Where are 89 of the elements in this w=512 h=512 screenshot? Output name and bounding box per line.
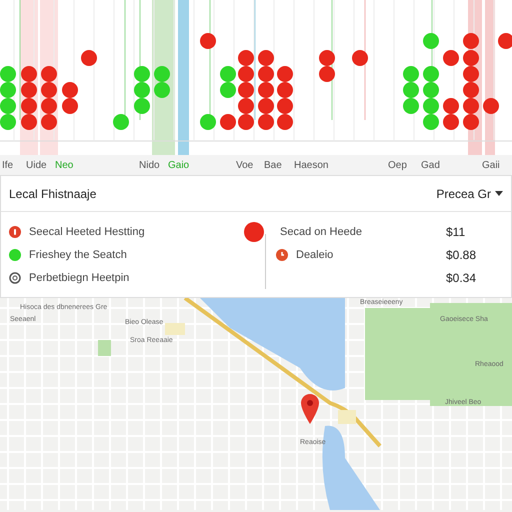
dot-marker xyxy=(277,66,293,82)
dot-marker xyxy=(0,98,16,114)
dot-marker xyxy=(443,98,459,114)
dot-marker xyxy=(200,114,216,130)
search-icon xyxy=(9,272,21,284)
dot-marker xyxy=(423,82,439,98)
alert-icon xyxy=(9,226,21,238)
sort-dropdown[interactable]: Precea Gr xyxy=(436,184,503,202)
panel-title: Lecal Fhistnaaje xyxy=(9,186,96,202)
dot-marker xyxy=(21,82,37,98)
dot-marker xyxy=(154,82,170,98)
dot-marker xyxy=(463,82,479,98)
dot-marker xyxy=(81,50,97,66)
axis-label: Voe xyxy=(236,159,254,173)
axis-label: Bae xyxy=(264,159,282,173)
dot-marker xyxy=(463,98,479,114)
dot-marker xyxy=(21,66,37,82)
dot-marker xyxy=(238,82,254,98)
dot-marker xyxy=(463,50,479,66)
dot-marker xyxy=(134,66,150,82)
dot-marker xyxy=(258,66,274,82)
dot-marker xyxy=(258,82,274,98)
dot-marker xyxy=(134,82,150,98)
dot-marker xyxy=(423,114,439,130)
dot-marker xyxy=(238,50,254,66)
dot-marker xyxy=(134,98,150,114)
dot-marker xyxy=(463,33,479,49)
dot-marker xyxy=(443,114,459,130)
dot-marker xyxy=(62,82,78,98)
list-item-label[interactable]: Perbetbiegn Heetpin xyxy=(29,270,130,286)
axis-label: Nido xyxy=(139,159,160,173)
dot-marker xyxy=(238,114,254,130)
dot-marker xyxy=(200,33,216,49)
dot-marker xyxy=(21,98,37,114)
dot-marker xyxy=(403,82,419,98)
list-item-label[interactable]: Seecal Heeted Hestting xyxy=(29,224,145,240)
dot-marker xyxy=(238,66,254,82)
dot-marker xyxy=(0,82,16,98)
dot-marker xyxy=(423,66,439,82)
list-item-label[interactable]: Frieshey the Seatch xyxy=(29,246,127,264)
dot-marker xyxy=(238,98,254,114)
axis-label: Gaio xyxy=(168,159,190,173)
dot-marker xyxy=(423,98,439,114)
dot-marker xyxy=(443,50,459,66)
dot-marker xyxy=(41,82,57,98)
dot-marker xyxy=(258,98,274,114)
dot-marker xyxy=(220,66,236,82)
dot-marker xyxy=(220,114,236,130)
axis-label: Ife xyxy=(2,159,14,173)
timeline-label: Dealeio xyxy=(296,248,334,263)
dot-marker xyxy=(463,66,479,82)
axis-label: Gad xyxy=(421,159,440,173)
dot-marker xyxy=(319,66,335,82)
axis-label: Neo xyxy=(55,159,74,173)
dot-marker xyxy=(483,98,499,114)
dot-marker xyxy=(277,82,293,98)
clock-icon xyxy=(276,249,288,261)
axis-label: Oep xyxy=(388,159,407,173)
dot-marker xyxy=(319,50,335,66)
status-dot-icon xyxy=(9,249,21,261)
caret-icon xyxy=(495,191,503,196)
dot-marker xyxy=(258,114,274,130)
price-text: $0.34 xyxy=(446,270,476,287)
dot-marker xyxy=(41,98,57,114)
timeline-marker-icon xyxy=(244,222,264,242)
dot-marker xyxy=(21,114,37,130)
dot-marker xyxy=(113,114,129,130)
dot-marker xyxy=(352,50,368,66)
price-text: $11 xyxy=(446,224,466,241)
dot-marker xyxy=(0,114,16,130)
axis-label: Haeson xyxy=(294,159,328,173)
dot-marker xyxy=(258,50,274,66)
dot-marker xyxy=(463,114,479,130)
dot-marker xyxy=(62,98,78,114)
dot-marker xyxy=(403,98,419,114)
dot-marker xyxy=(277,98,293,114)
map-pin-icon xyxy=(301,394,319,424)
dot-marker xyxy=(277,114,293,130)
dot-marker xyxy=(220,82,236,98)
axis-label: Uide xyxy=(26,159,47,173)
dot-marker xyxy=(154,66,170,82)
dot-marker xyxy=(423,33,439,49)
timeline-label: Secad on Heede xyxy=(280,224,362,240)
dot-marker xyxy=(0,66,16,82)
dot-marker xyxy=(403,66,419,82)
axis-label: Gaii xyxy=(482,159,500,173)
dot-marker xyxy=(41,114,57,130)
dot-marker xyxy=(41,66,57,82)
price-text: $0.88 xyxy=(446,247,476,264)
